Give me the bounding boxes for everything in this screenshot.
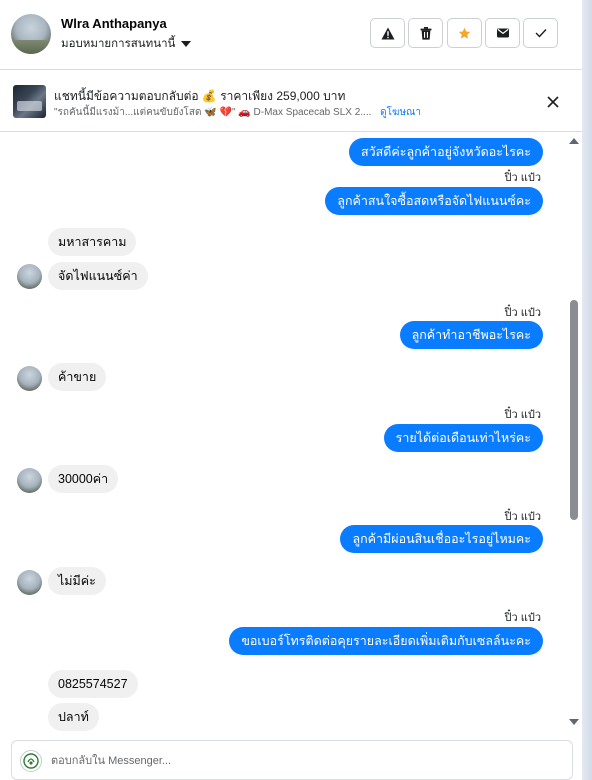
checkmark-icon <box>535 29 547 38</box>
scrollbar-thumb[interactable] <box>570 300 578 520</box>
page-avatar <box>20 750 42 772</box>
star-button[interactable] <box>447 18 482 48</box>
message-list: สวัสดีค่ะลูกค้าอยู่จังหวัดอะไรคะ ปิ๋ว แป… <box>0 133 582 733</box>
ad-thumbnail[interactable] <box>13 85 46 118</box>
incoming-message[interactable]: ปลาท์ <box>48 703 99 731</box>
delete-button[interactable] <box>408 18 443 48</box>
page-logo-icon <box>23 753 39 769</box>
incoming-message[interactable]: ค้าขาย <box>48 363 107 391</box>
view-ad-link[interactable]: ดูโฆษณา <box>380 107 421 118</box>
outgoing-message[interactable]: ลูกค้าสนใจซื้อสดหรือจัดไฟแนนซ์คะ <box>325 187 543 215</box>
sender-name: ปิ๋ว แป๋ว <box>504 172 541 184</box>
contact-avatar[interactable] <box>11 14 51 54</box>
ad-subtitle-row: "รถคันนี้มีแรงม้า...แต่คนขับยังโสด 🦋 💔" … <box>54 105 421 120</box>
star-icon <box>458 27 471 39</box>
incoming-message[interactable]: มหาสารคาม <box>48 228 137 256</box>
mark-unread-button[interactable] <box>485 18 520 48</box>
outgoing-message[interactable]: รายได้ต่อเดือนเท่าไหร่คะ <box>383 424 543 452</box>
warning-icon <box>381 27 394 39</box>
sender-name: ปิ๋ว แป๋ว <box>504 307 541 319</box>
ad-subtitle: "รถคันนี้มีแรงม้า...แต่คนขับยังโสด 🦋 💔" … <box>54 107 372 118</box>
assign-label: มอบหมายการสนทนานี้ <box>61 38 176 50</box>
incoming-message[interactable]: จัดไฟแนนซ์ค่า <box>48 262 148 290</box>
ad-title: แชทนี้มีข้อความตอบกลับต่อ 💰 ราคาเพียง 25… <box>54 89 346 103</box>
outgoing-message[interactable]: ลูกค้ามีผ่อนสินเชื่ออะไรอยู่ไหมคะ <box>340 525 543 553</box>
close-icon[interactable] <box>544 93 562 111</box>
outgoing-message[interactable]: ขอเบอร์โทรติดต่อคุยรายละเอียดเพิ่มเติมกั… <box>229 627 543 655</box>
sender-name: ปิ๋ว แป๋ว <box>504 612 541 624</box>
assign-conversation-dropdown[interactable]: มอบหมายการสนทนานี้ <box>61 35 192 53</box>
incoming-message[interactable]: ไม่มีค่ะ <box>48 567 106 595</box>
contact-avatar-small <box>17 366 42 391</box>
conversation-header: Wlra Anthapanya มอบหมายการสนทนานี้ <box>0 0 582 70</box>
scroll-up-arrow-icon[interactable] <box>569 138 579 144</box>
caret-down-icon <box>181 41 192 47</box>
contact-avatar-small <box>17 468 42 493</box>
window-edge <box>582 0 592 780</box>
outgoing-message[interactable]: สวัสดีค่ะลูกค้าอยู่จังหวัดอะไรคะ <box>348 138 543 166</box>
report-button[interactable] <box>370 18 405 48</box>
ad-context-banner: แชทนี้มีข้อความตอบกลับต่อ 💰 ราคาเพียง 25… <box>0 70 582 132</box>
mark-done-button[interactable] <box>523 18 558 48</box>
outgoing-message[interactable]: ลูกค้าทำอาชีพอะไรคะ <box>399 321 543 349</box>
contact-name[interactable]: Wlra Anthapanya <box>61 16 167 31</box>
conversation-panel: Wlra Anthapanya มอบหมายการสนทนานี้ แชทนี… <box>0 0 582 780</box>
trash-icon <box>420 26 431 40</box>
contact-avatar-small <box>17 570 42 595</box>
contact-avatar-small <box>17 264 42 289</box>
reply-composer <box>11 740 573 780</box>
sender-name: ปิ๋ว แป๋ว <box>504 511 541 523</box>
incoming-message[interactable]: 30000ค่า <box>48 465 119 493</box>
scroll-down-arrow-icon[interactable] <box>569 719 579 725</box>
sender-name: ปิ๋ว แป๋ว <box>504 409 541 421</box>
incoming-message[interactable]: 0825574527 <box>48 670 138 698</box>
envelope-icon <box>496 28 509 38</box>
reply-input[interactable] <box>51 752 551 770</box>
